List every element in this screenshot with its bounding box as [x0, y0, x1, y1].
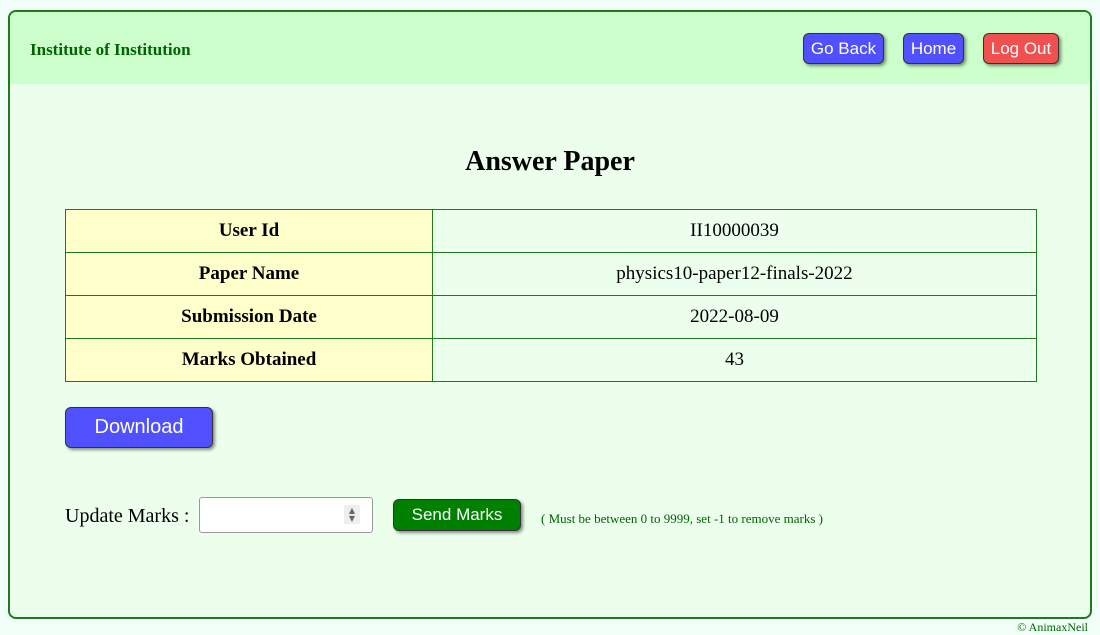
header-bar: Institute of Institution Go Back Home Lo…: [10, 12, 1090, 84]
row-label-marks-obtained: Marks Obtained: [65, 338, 433, 382]
main-frame: Institute of Institution Go Back Home Lo…: [8, 10, 1092, 619]
row-label-user-id: User Id: [65, 209, 433, 253]
copyright-text: © AnimaxNeil: [1017, 620, 1088, 634]
update-marks-label: Update Marks :: [65, 505, 190, 527]
table-row: User Id II10000039: [65, 209, 1037, 253]
download-button[interactable]: Download: [65, 407, 213, 448]
row-value-marks-obtained: 43: [432, 338, 1037, 382]
home-button[interactable]: Home: [903, 33, 964, 64]
row-value-submission-date: 2022-08-09: [432, 295, 1037, 339]
row-value-user-id: II10000039: [432, 209, 1037, 253]
table-row: Marks Obtained 43: [65, 338, 1037, 382]
brand-title: Institute of Institution: [30, 40, 191, 59]
go-back-button[interactable]: Go Back: [803, 33, 884, 64]
row-label-paper-name: Paper Name: [65, 252, 433, 296]
table-row: Paper Name physics10-paper12-finals-2022: [65, 252, 1037, 296]
row-value-paper-name: physics10-paper12-finals-2022: [432, 252, 1037, 296]
send-marks-button[interactable]: Send Marks: [393, 499, 521, 531]
table-row: Submission Date 2022-08-09: [65, 295, 1037, 339]
row-label-submission-date: Submission Date: [65, 295, 433, 339]
spinner-down-icon[interactable]: ▼: [349, 514, 355, 523]
spinner-arrows-icon[interactable]: ▲ ▼: [344, 505, 360, 524]
marks-hint-text: ( Must be between 0 to 9999, set -1 to r…: [541, 511, 823, 526]
answer-paper-details-table: User Id II10000039 Paper Name physics10-…: [65, 209, 1037, 382]
page-title: Answer Paper: [465, 146, 635, 177]
logout-button[interactable]: Log Out: [983, 33, 1059, 64]
